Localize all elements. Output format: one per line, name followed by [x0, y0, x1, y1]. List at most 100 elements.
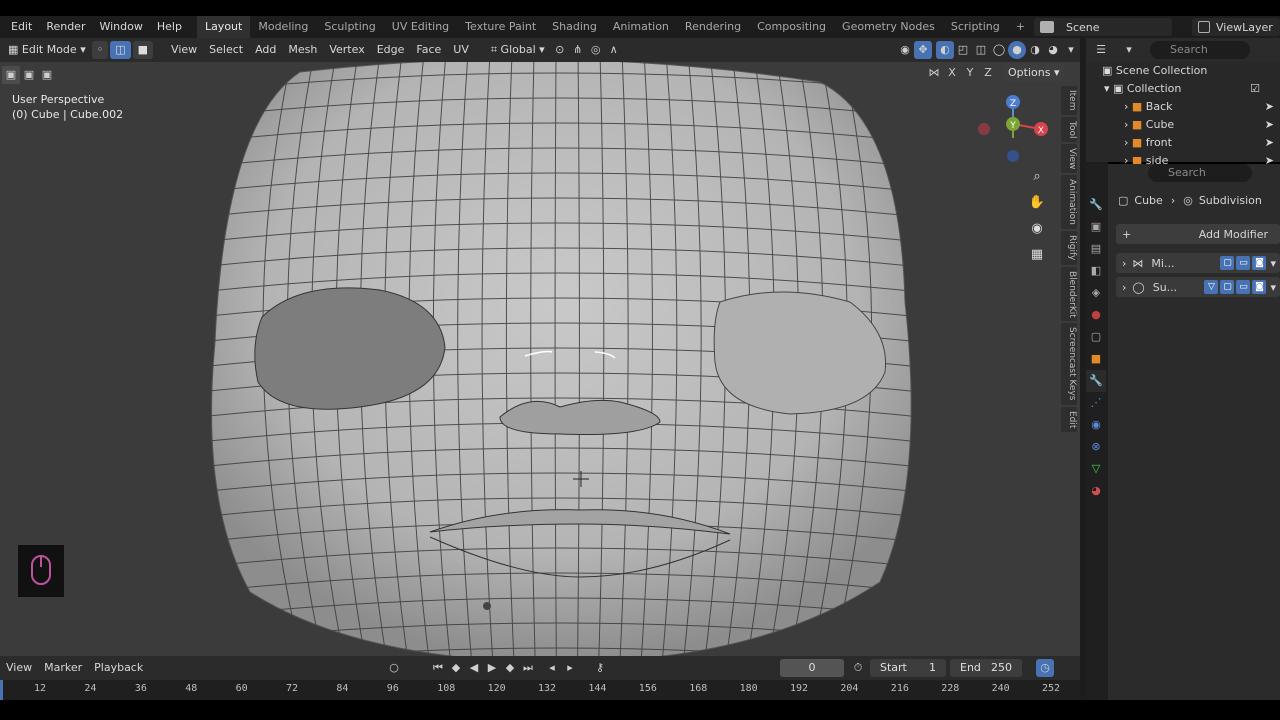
mirror-z[interactable]: Z	[979, 64, 997, 82]
options-dropdown[interactable]: Options ▾	[1003, 64, 1065, 82]
object-tab-icon[interactable]: ■	[1086, 348, 1106, 370]
tab-texture-paint[interactable]: Texture Paint	[457, 16, 544, 38]
frame-ruler[interactable]: 12 24 36 48 60 72 84 96 108 120 132 144 156 168 180 192…	[0, 680, 1108, 700]
collection-tab-icon[interactable]: ▢	[1086, 326, 1106, 348]
face-select-button[interactable]: ■	[132, 41, 154, 59]
timeline-menu-view[interactable]: View	[0, 659, 38, 677]
view-layer-selector[interactable]: ViewLayer	[1192, 18, 1280, 36]
tab-scripting[interactable]: Scripting	[943, 16, 1008, 38]
sync-icon[interactable]: ◷	[1036, 659, 1054, 677]
camera-view-icon[interactable]: ◉	[1026, 218, 1048, 240]
viewport-menu-mesh[interactable]: Mesh	[282, 41, 323, 59]
play-icon[interactable]: ▶	[483, 659, 501, 677]
pivot-icon[interactable]: ⊙	[551, 41, 569, 59]
tab-animation[interactable]: Animation	[605, 16, 677, 38]
menu-render[interactable]: Render	[39, 16, 92, 38]
render-tab-icon[interactable]: ▣	[1086, 216, 1106, 238]
viewport-menu-select[interactable]: Select	[203, 41, 249, 59]
tab-sculpting[interactable]: Sculpting	[316, 16, 383, 38]
sidebar-tab-view[interactable]: View	[1061, 143, 1077, 174]
perspective-toggle-icon[interactable]: ▦	[1026, 244, 1048, 266]
end-frame-field[interactable]: End 250	[950, 659, 1022, 677]
record-icon[interactable]: ○	[385, 659, 403, 677]
vertex-select-button[interactable]: ◦	[91, 41, 109, 59]
add-modifier-button[interactable]: + Add Modifier	[1116, 224, 1280, 244]
navigation-gizmo[interactable]: X Y Z	[975, 92, 1051, 166]
scene-collection-row[interactable]: ▣ Scene Collection	[1102, 62, 1207, 80]
sidebar-tab-animation[interactable]: Animation	[1061, 175, 1077, 230]
pointer-icon[interactable]: ➤	[1265, 98, 1274, 116]
viewport-toggle-icon[interactable]: ▭	[1236, 256, 1251, 270]
jump-end-icon[interactable]: ⏭	[519, 659, 537, 677]
tab-layout[interactable]: Layout	[196, 16, 251, 38]
viewport-toggle-icon[interactable]: ▭	[1236, 280, 1251, 294]
viewport-menu-add[interactable]: Add	[249, 41, 282, 59]
properties-search[interactable]: Search	[1148, 164, 1252, 182]
pan-hand-icon[interactable]: ✋	[1026, 192, 1048, 214]
mesh-overlay-icon[interactable]: ◰	[954, 41, 972, 59]
outliner-item-front[interactable]: › ■ front ➤	[1124, 134, 1278, 152]
xray-icon[interactable]: ◫	[972, 41, 990, 59]
tab-geometry-nodes[interactable]: Geometry Nodes	[834, 16, 943, 38]
tab-shading[interactable]: Shading	[544, 16, 605, 38]
material-tab-icon[interactable]: ◕	[1086, 480, 1106, 502]
wireframe-shading-icon[interactable]: ◯	[990, 41, 1008, 59]
pointer-icon[interactable]: ➤	[1265, 134, 1274, 152]
tab-compositing[interactable]: Compositing	[749, 16, 834, 38]
transform-orientation[interactable]: ⌗ Global ▾	[485, 41, 551, 59]
chevron-down-icon[interactable]: ▾	[1270, 257, 1276, 270]
sidebar-tab-screencast-keys[interactable]: Screencast Keys	[1061, 323, 1077, 405]
viewport-menu-edge[interactable]: Edge	[371, 41, 411, 59]
data-tab-icon[interactable]: ▽	[1086, 458, 1106, 480]
edit-mode-toggle-icon[interactable]: ▢	[1220, 256, 1235, 270]
prev-keyframe-icon[interactable]: ◆	[447, 659, 465, 677]
chevron-down-icon[interactable]: ▾	[1270, 281, 1276, 294]
constraints-tab-icon[interactable]: ⊗	[1086, 436, 1106, 458]
output-tab-icon[interactable]: ▤	[1086, 238, 1106, 260]
playhead[interactable]	[0, 680, 3, 700]
next-marker-icon[interactable]: ▸	[561, 659, 579, 677]
material-shading-icon[interactable]: ◑	[1026, 41, 1044, 59]
start-frame-field[interactable]: Start 1	[870, 659, 946, 677]
edit-mode-toggle-icon[interactable]: ▢	[1220, 280, 1235, 294]
modifier-mirror[interactable]: › ⋈ Mi... ▢ ▭ ◙ ▾	[1116, 253, 1280, 273]
shading-dropdown-icon[interactable]: ▾	[1062, 41, 1080, 59]
checkbox-icon[interactable]: ☑	[1250, 80, 1260, 98]
physics-tab-icon[interactable]: ◉	[1086, 414, 1106, 436]
zoom-icon[interactable]: ⌕	[1026, 166, 1048, 188]
modifier-subdivision[interactable]: › ◯ Su... ▽ ▢ ▭ ◙ ▾	[1116, 277, 1280, 297]
visibility-icon[interactable]: ◉	[896, 41, 914, 59]
modifier-tab-icon[interactable]: 🔧	[1086, 370, 1106, 392]
tab-rendering[interactable]: Rendering	[677, 16, 749, 38]
snap-icon[interactable]: ⋔	[569, 41, 587, 59]
mode-selector[interactable]: ▦ Edit Mode ▾	[2, 41, 92, 59]
keying-icon[interactable]: ⚷	[591, 659, 609, 677]
rendered-shading-icon[interactable]: ◕	[1044, 41, 1062, 59]
outliner-item-back[interactable]: › ■ Back ➤	[1124, 98, 1278, 116]
outliner-search[interactable]: Search	[1150, 41, 1250, 59]
3d-viewport[interactable]: User Perspective (0) Cube | Cube.002 ▣ ▣…	[0, 62, 1080, 656]
solid-shading-icon[interactable]: ●	[1008, 41, 1026, 59]
stopwatch-icon[interactable]: ⏱	[849, 659, 867, 677]
pointer-icon[interactable]: ➤	[1265, 116, 1274, 134]
menu-help[interactable]: Help	[150, 16, 189, 38]
collection-row[interactable]: ▾ ▣ Collection ☑	[1104, 80, 1278, 98]
mirror-x[interactable]: X	[943, 64, 961, 82]
jump-start-icon[interactable]: ⏮	[429, 659, 447, 677]
select-box-icon[interactable]: ▣	[2, 66, 20, 84]
tab-modeling[interactable]: Modeling	[250, 16, 316, 38]
menu-window[interactable]: Window	[92, 16, 149, 38]
menu-edit[interactable]: Edit	[4, 16, 39, 38]
select-subtract-icon[interactable]: ▣	[38, 66, 56, 84]
outliner-item-cube[interactable]: › ■ Cube ➤	[1124, 116, 1278, 134]
gizmo-toggle-icon[interactable]: ✥	[914, 41, 932, 59]
current-frame-field[interactable]: 0	[780, 659, 844, 677]
add-workspace-button[interactable]: +	[1008, 16, 1033, 38]
on-cage-toggle-icon[interactable]: ▽	[1204, 280, 1219, 294]
display-mode-icon[interactable]: ▾	[1120, 41, 1138, 59]
falloff-icon[interactable]: ∧	[605, 41, 623, 59]
proportional-edit-icon[interactable]: ◎	[587, 41, 605, 59]
viewport-menu-view[interactable]: View	[165, 41, 203, 59]
sidebar-tab-edit[interactable]: Edit	[1061, 406, 1077, 433]
scene-tab-icon[interactable]: ◈	[1086, 282, 1106, 304]
